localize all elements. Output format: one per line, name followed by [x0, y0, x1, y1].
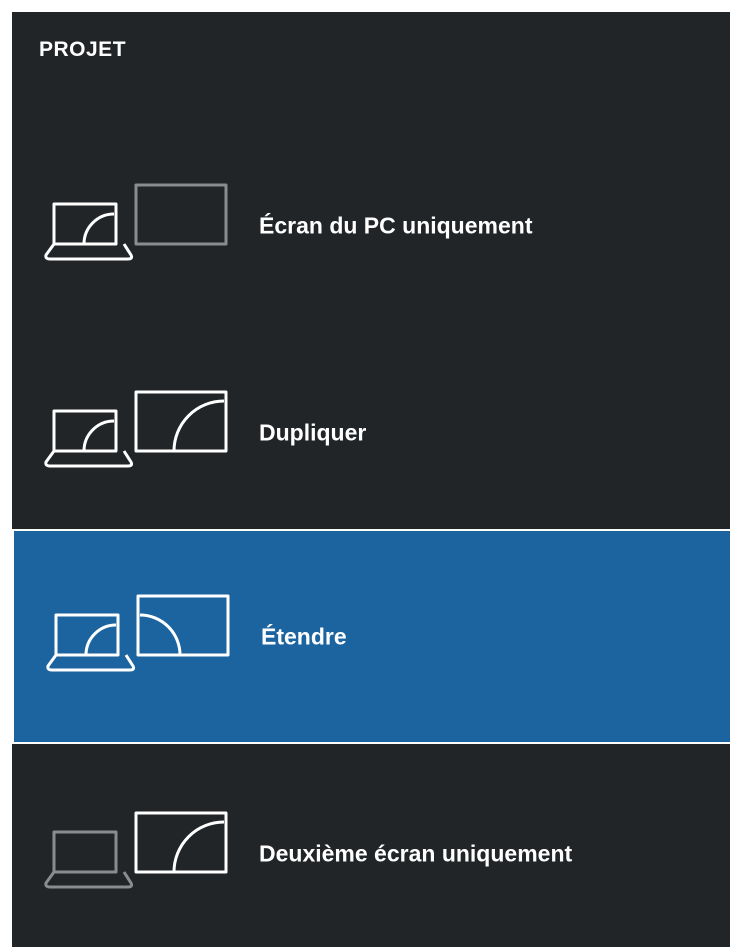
extend-icon — [46, 594, 230, 671]
option-pc-screen-only[interactable]: Écran du PC uniquement — [12, 118, 730, 333]
second-screen-only-icon — [44, 811, 228, 888]
pc-screen-only-icon — [44, 183, 228, 260]
option-extend[interactable]: Étendre — [12, 529, 730, 744]
option-label: Étendre — [261, 623, 347, 649]
option-duplicate[interactable]: Dupliquer — [12, 325, 730, 540]
duplicate-icon — [44, 390, 228, 467]
project-panel: PROJET Écran du PC uniquement Dupliquer … — [12, 12, 730, 947]
option-label: Dupliquer — [259, 419, 367, 445]
option-label: Deuxième écran uniquement — [259, 840, 573, 866]
option-second-screen-only[interactable]: Deuxième écran uniquement — [12, 746, 730, 947]
panel-title: PROJET — [39, 38, 127, 61]
option-label: Écran du PC uniquement — [259, 212, 533, 238]
